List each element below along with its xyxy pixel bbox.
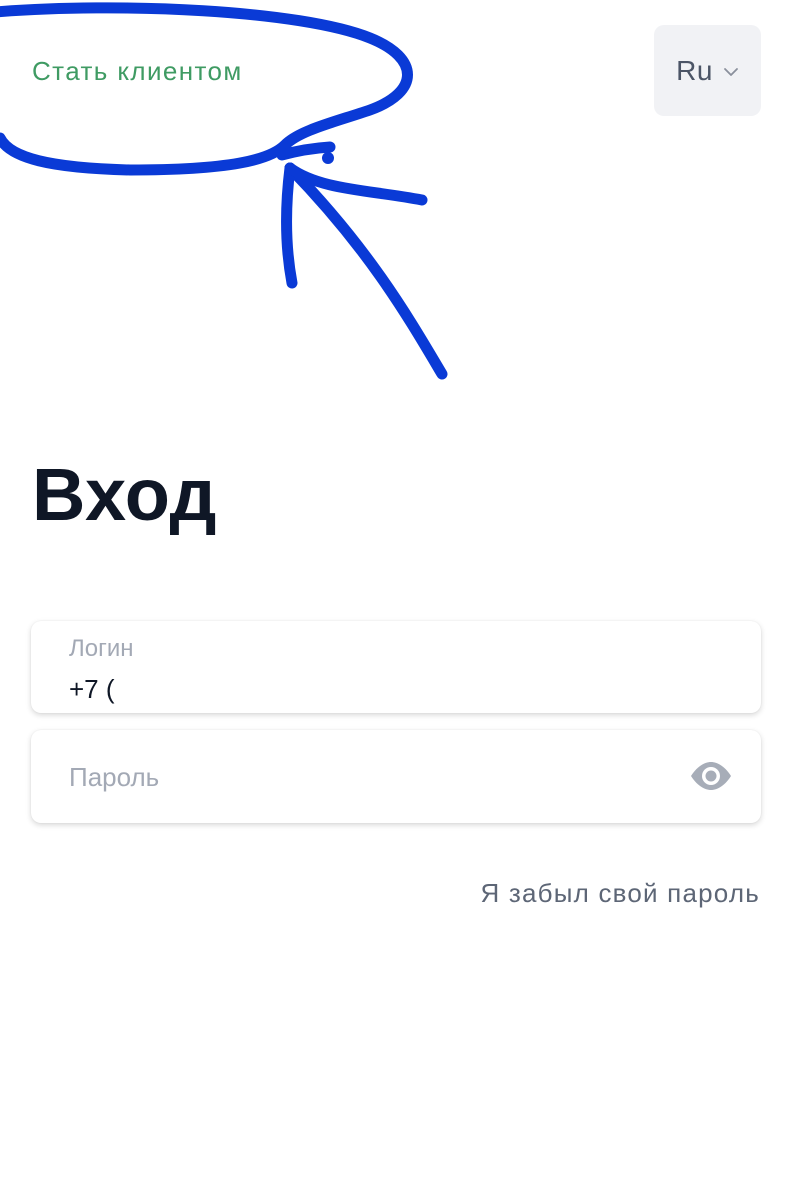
login-field-label: Логин — [69, 635, 134, 662]
annotation-arrow-head-left — [281, 162, 298, 289]
eye-icon[interactable] — [689, 761, 733, 791]
annotation-arrow-shaft — [284, 162, 448, 380]
login-field[interactable]: Логин +7 ( — [31, 621, 761, 713]
become-client-link[interactable]: Стать клиентом — [32, 56, 243, 87]
hand-drawn-annotation — [0, 2, 448, 380]
annotation-ellipse-tail — [276, 141, 336, 161]
password-input[interactable]: Пароль — [69, 762, 159, 793]
language-selector[interactable]: Ru — [654, 25, 761, 116]
annotation-ellipse — [0, 2, 413, 176]
annotation-arrow-head-right — [284, 162, 428, 206]
login-input[interactable]: +7 ( — [69, 674, 115, 705]
chevron-down-icon — [723, 65, 739, 77]
annotation-dot — [322, 152, 334, 164]
password-field[interactable]: Пароль — [31, 730, 761, 823]
forgot-password-link[interactable]: Я забыл свой пароль — [481, 878, 761, 909]
page-title: Вход — [32, 453, 217, 536]
language-label: Ru — [676, 54, 713, 86]
